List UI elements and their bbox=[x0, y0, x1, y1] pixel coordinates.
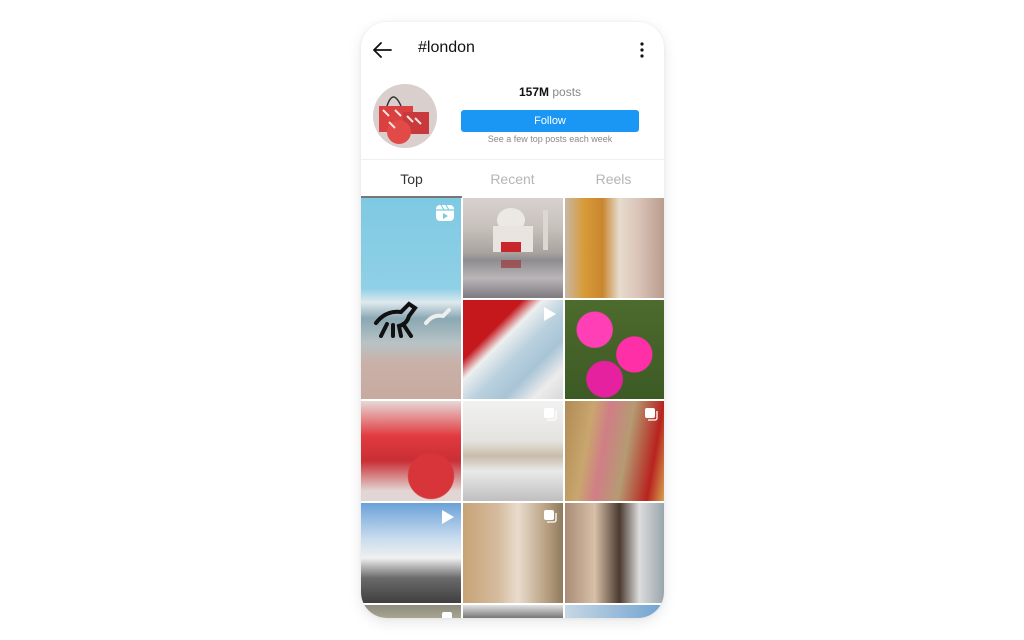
grid-post[interactable] bbox=[361, 401, 461, 501]
more-vertical-icon bbox=[640, 42, 644, 58]
follow-button[interactable]: Follow bbox=[461, 110, 639, 132]
play-icon bbox=[441, 509, 455, 530]
tab-bar: Top Recent Reels bbox=[361, 161, 664, 198]
grid-post[interactable] bbox=[463, 198, 563, 298]
grid-post-reel[interactable] bbox=[361, 198, 461, 399]
hashtag-title: #london bbox=[418, 39, 475, 56]
handbag-thumbnail bbox=[373, 84, 437, 148]
hashtag-avatar bbox=[373, 84, 437, 148]
follow-hint: See a few top posts each week bbox=[487, 134, 613, 144]
tab-reels[interactable]: Reels bbox=[563, 161, 664, 197]
horse-silhouette bbox=[374, 301, 451, 338]
grid-post[interactable] bbox=[565, 198, 664, 298]
top-bar: #london bbox=[361, 22, 664, 78]
carousel-icon bbox=[543, 509, 557, 528]
grid-post-carousel[interactable] bbox=[565, 401, 664, 501]
tab-top[interactable]: Top bbox=[361, 161, 462, 198]
grid-post-video[interactable] bbox=[361, 503, 461, 603]
grid-post-carousel[interactable] bbox=[361, 605, 461, 618]
posts-label: posts bbox=[552, 85, 582, 99]
grid-post-carousel[interactable] bbox=[463, 503, 563, 603]
posts-number: 157M bbox=[518, 85, 549, 99]
reels-icon bbox=[435, 204, 455, 227]
carousel-icon bbox=[644, 407, 658, 426]
grid-post[interactable] bbox=[565, 605, 664, 618]
cathedral-illustration bbox=[493, 208, 548, 268]
divider bbox=[361, 159, 664, 160]
grid-post[interactable] bbox=[565, 503, 664, 603]
back-button[interactable] bbox=[371, 38, 395, 62]
play-icon bbox=[543, 306, 557, 327]
grid-post-carousel[interactable] bbox=[463, 401, 563, 501]
grid-post[interactable] bbox=[565, 300, 664, 399]
grid-post-video[interactable] bbox=[463, 300, 563, 399]
tab-recent[interactable]: Recent bbox=[462, 161, 563, 197]
grid-post[interactable] bbox=[463, 605, 563, 618]
more-options-button[interactable] bbox=[638, 40, 646, 60]
carousel-icon bbox=[441, 611, 455, 618]
posts-count: 157M posts bbox=[461, 85, 639, 99]
arrow-left-icon bbox=[373, 42, 392, 58]
carousel-icon bbox=[543, 407, 557, 426]
phone-frame: #london 157M posts Follow See a few top … bbox=[361, 22, 664, 618]
